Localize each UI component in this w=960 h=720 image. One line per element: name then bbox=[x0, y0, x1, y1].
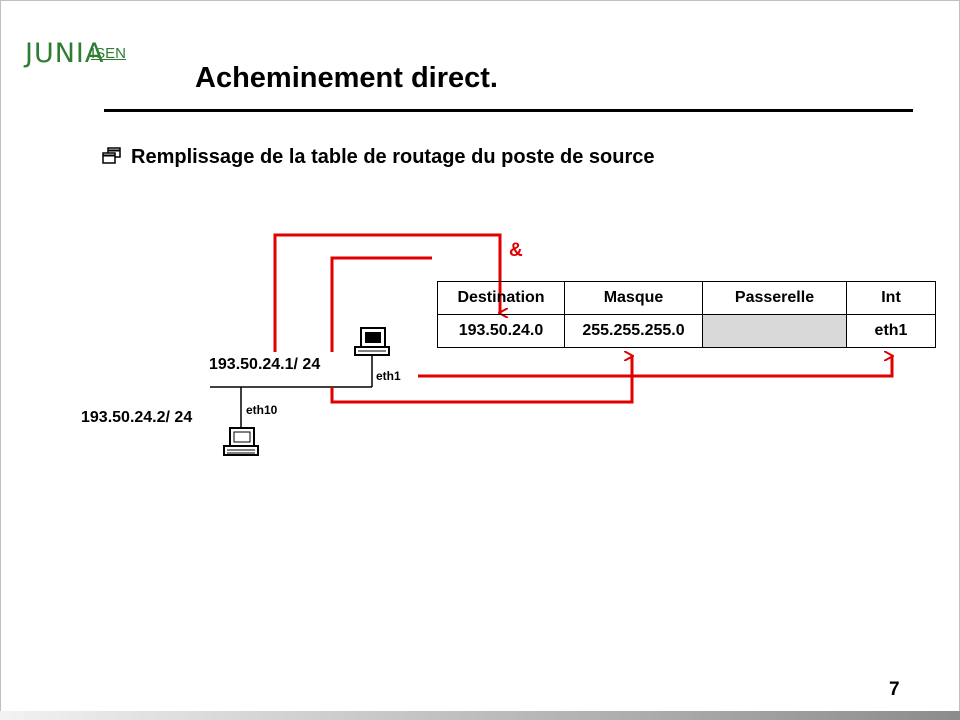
bottom-gradient-bar bbox=[0, 711, 960, 720]
if-dest-label: eth10 bbox=[246, 403, 278, 417]
cell-interface: eth1 bbox=[846, 314, 936, 348]
header-destination: Destination bbox=[437, 281, 565, 315]
ampersand-annotation: & bbox=[509, 240, 523, 261]
header-interface: Int bbox=[846, 281, 936, 315]
if-source-label: eth1 bbox=[376, 369, 401, 383]
arrow-eth1-to-int bbox=[418, 356, 892, 378]
table-row: 193.50.24.0 255.255.255.0 eth1 bbox=[437, 314, 936, 348]
routing-table-header: Destination Masque Passerelle Int bbox=[437, 281, 936, 315]
header-mask: Masque bbox=[564, 281, 703, 315]
source-computer-icon bbox=[354, 327, 390, 356]
ip-source-label: 193.50.24.1/ 24 bbox=[209, 356, 321, 373]
cell-destination: 193.50.24.0 bbox=[437, 314, 565, 348]
page-number: 7 bbox=[889, 679, 900, 700]
dest-computer-icon bbox=[223, 427, 259, 456]
cell-gateway bbox=[702, 314, 847, 348]
cell-mask: 255.255.255.0 bbox=[564, 314, 703, 348]
routing-table: Destination Masque Passerelle Int 193.50… bbox=[437, 281, 936, 348]
network-diagram bbox=[210, 233, 960, 456]
ip-dest-label: 193.50.24.2/ 24 bbox=[81, 409, 193, 426]
header-gateway: Passerelle bbox=[702, 281, 847, 315]
